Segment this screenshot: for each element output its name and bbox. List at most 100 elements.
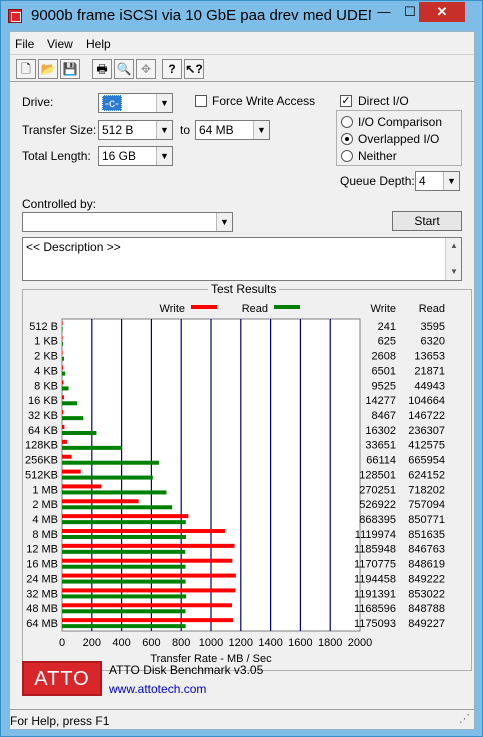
read-bar xyxy=(62,535,186,539)
print-icon[interactable]: 🖶 xyxy=(92,59,112,79)
controlled-by-select[interactable]: ▼ xyxy=(22,212,233,232)
total-length-value: 16 GB xyxy=(102,149,137,163)
read-value: 412575 xyxy=(408,440,445,452)
legend-write-swatch xyxy=(191,305,217,309)
read-bar xyxy=(62,386,69,391)
queue-depth-value: 4 xyxy=(419,174,426,188)
chevron-down-icon[interactable]: ▼ xyxy=(156,121,172,139)
category-label: 12 MB xyxy=(26,544,58,556)
chevron-down-icon[interactable]: ▼ xyxy=(443,172,459,190)
window-title: 9000b frame iSCSI via 10 GbE paa drev me… xyxy=(31,7,371,24)
app-window: 9000b frame iSCSI via 10 GbE paa drev me… xyxy=(0,0,483,737)
results-chart: 0 200 400 600 800 1000 1200 1400 1600 1800 2000Tra… xyxy=(25,303,445,665)
read-value: 3595 xyxy=(421,321,445,333)
x-tick-label: 2000 xyxy=(348,637,372,649)
read-bar xyxy=(62,356,64,361)
category-label: 16 MB xyxy=(26,559,58,571)
chevron-down-icon[interactable]: ▼ xyxy=(253,121,269,139)
x-tick-label: 800 xyxy=(172,637,190,649)
scroll-down-icon[interactable]: ▼ xyxy=(446,264,462,280)
website-link[interactable]: www.attotech.com xyxy=(109,682,206,696)
read-value: 236307 xyxy=(408,425,445,437)
direct-io-checkbox[interactable]: ✓ xyxy=(340,95,352,107)
x-tick-label: 1600 xyxy=(288,637,312,649)
write-bar xyxy=(62,484,102,489)
write-bar xyxy=(62,439,67,444)
read-bar xyxy=(62,460,159,465)
new-icon[interactable]: 🗋 xyxy=(16,59,36,79)
test-results-group: Test Results 0 200 400 600 800 1000 1200 1400 16… xyxy=(22,282,472,671)
write-value: 1168596 xyxy=(354,603,396,615)
category-label: 1 KB xyxy=(34,336,58,348)
write-bar xyxy=(62,573,236,578)
read-bar xyxy=(62,401,78,406)
write-value: 14277 xyxy=(365,395,396,407)
write-bar xyxy=(62,543,235,548)
read-bar xyxy=(62,609,186,614)
read-value: 104664 xyxy=(408,395,445,407)
menu-view[interactable]: View xyxy=(47,37,73,51)
to-label: to xyxy=(180,123,191,137)
chevron-down-icon[interactable]: ▼ xyxy=(156,147,172,165)
category-label: 24 MB xyxy=(26,573,58,585)
transfer-size-label: Transfer Size: xyxy=(22,123,97,137)
overlapped-io-radio[interactable] xyxy=(341,133,353,145)
title-bar[interactable]: 9000b frame iSCSI via 10 GbE paa drev me… xyxy=(1,1,482,31)
neither-radio[interactable] xyxy=(341,150,353,162)
legend-read-swatch xyxy=(274,305,300,309)
write-value: 1191391 xyxy=(354,588,396,600)
print-preview-icon[interactable]: 🔍 xyxy=(114,59,134,79)
read-value: 13653 xyxy=(414,351,445,363)
write-value: 1170775 xyxy=(354,559,396,571)
write-bar xyxy=(62,395,65,400)
category-label: 512 B xyxy=(29,321,58,333)
io-comparison-label: I/O Comparison xyxy=(358,115,443,129)
x-tick-label: 1800 xyxy=(318,637,342,649)
description-box[interactable]: << Description >> ▲ ▼ xyxy=(22,237,462,281)
transfer-from-select[interactable]: 512 B ▼ xyxy=(98,120,173,140)
description-scrollbar[interactable]: ▲ ▼ xyxy=(445,238,461,280)
open-icon[interactable]: 📂 xyxy=(38,59,58,79)
scroll-up-icon[interactable]: ▲ xyxy=(446,238,462,254)
category-label: 32 KB xyxy=(28,410,58,422)
read-value: 849227 xyxy=(408,618,445,630)
chevron-down-icon[interactable]: ▼ xyxy=(156,94,172,112)
save-icon[interactable]: 💾 xyxy=(60,59,80,79)
context-help-icon[interactable]: ↖? xyxy=(184,59,204,79)
drive-label: Drive: xyxy=(22,95,54,109)
menu-help[interactable]: Help xyxy=(86,37,111,51)
category-label: 4 MB xyxy=(32,514,58,526)
resize-grip-icon[interactable]: ⋰ xyxy=(459,712,470,725)
io-comparison-radio[interactable] xyxy=(341,116,353,128)
column-header-read: Read xyxy=(419,303,445,315)
minimize-button[interactable]: — xyxy=(371,2,397,22)
write-bar xyxy=(62,335,63,340)
app-icon[interactable] xyxy=(8,9,22,23)
start-button[interactable]: Start xyxy=(392,211,462,231)
close-button[interactable]: ✕ xyxy=(419,2,465,22)
total-length-select[interactable]: 16 GB ▼ xyxy=(98,146,173,166)
help-icon[interactable]: ? xyxy=(162,59,182,79)
read-bar xyxy=(62,564,186,569)
transfer-to-select[interactable]: 64 MB ▼ xyxy=(195,120,270,140)
category-label: 512KB xyxy=(25,469,58,481)
drive-select[interactable]: -c- ▼ xyxy=(98,93,173,113)
menu-file[interactable]: File xyxy=(15,37,34,51)
write-bar xyxy=(62,454,72,459)
queue-depth-select[interactable]: 4 ▼ xyxy=(415,171,460,191)
chevron-down-icon[interactable]: ▼ xyxy=(216,213,232,231)
drive-value: -c- xyxy=(102,95,122,111)
status-bar: For Help, press F1 ⋰ xyxy=(10,709,474,729)
transfer-to-value: 64 MB xyxy=(199,123,234,137)
overlapped-io-label: Overlapped I/O xyxy=(358,132,440,146)
read-bar xyxy=(62,445,123,450)
product-name: ATTO Disk Benchmark v3.05 xyxy=(109,663,264,677)
read-bar xyxy=(62,624,186,629)
write-bar xyxy=(62,529,225,533)
legend-read-label: Read xyxy=(242,303,268,315)
force-write-checkbox[interactable] xyxy=(195,95,207,107)
write-value: 8467 xyxy=(372,410,396,422)
move-icon[interactable]: ✥ xyxy=(136,59,156,79)
read-value: 848788 xyxy=(408,603,445,615)
toolbar: 🗋 📂 💾 🖶 🔍 ✥ ? ↖? xyxy=(10,54,474,82)
